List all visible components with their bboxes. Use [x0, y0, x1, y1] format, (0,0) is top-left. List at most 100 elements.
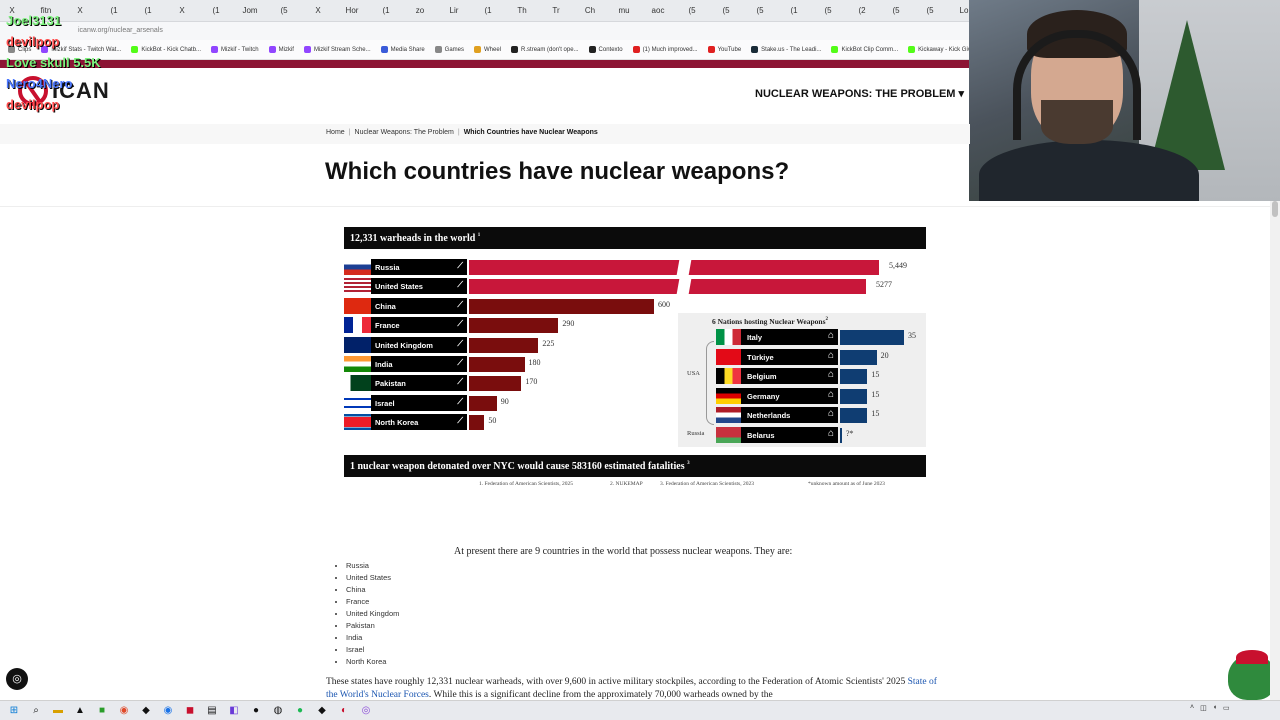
bookmark-item[interactable]: Games	[434, 46, 465, 53]
hosting-country-name: Türkiye ⌂	[741, 348, 838, 365]
hosting-country-name: Italy ⌂	[741, 329, 838, 345]
page-scrollbar[interactable]	[1270, 201, 1280, 700]
bookmark-item[interactable]: Wheel	[474, 46, 501, 53]
hosting-row: Italy ⌂ 35	[716, 329, 926, 346]
warhead-bar	[469, 395, 497, 411]
app-icon[interactable]: ◧	[226, 703, 242, 719]
app-icon[interactable]: ◆	[314, 703, 330, 719]
flag-us-icon	[344, 278, 371, 295]
browser-tab[interactable]: (1	[204, 2, 228, 20]
browser-tab[interactable]: Lo	[952, 2, 970, 20]
flag-nl-icon	[716, 407, 741, 423]
browser-tab[interactable]: aoc	[646, 2, 670, 20]
hosting-bar	[840, 349, 877, 365]
bookmark-label: Games	[444, 46, 465, 53]
flag-in-icon	[344, 356, 371, 372]
warhead-bar	[469, 415, 485, 431]
browser-tab[interactable]: (5	[714, 2, 738, 20]
browser-tab[interactable]: mu	[612, 2, 636, 20]
breadcrumb-home[interactable]: Home	[326, 129, 345, 136]
flag-uk-icon	[344, 336, 371, 353]
app-icon[interactable]: ◆	[138, 703, 154, 719]
bookmark-item[interactable]: Mizkif	[268, 46, 294, 53]
infographic-header: 12,331 warheads in the world 1	[344, 227, 926, 249]
missile-icon: ⟋	[457, 338, 463, 348]
browser-tab[interactable]: Lir	[442, 2, 466, 20]
app-icon[interactable]: ◍	[270, 703, 286, 719]
main-nav: NUCLEAR WEAPONS: THE PROBLEM ▾ OU	[755, 87, 993, 100]
browser-tab[interactable]: (5	[748, 2, 772, 20]
chat-widget-button[interactable]: ◎	[6, 668, 28, 690]
app-icon[interactable]: ▤	[204, 703, 220, 719]
browser-tab[interactable]: Tr	[544, 2, 568, 20]
chat-message: Nero4Nero	[6, 76, 73, 91]
spotify-icon[interactable]: ●	[292, 703, 308, 719]
browser-tab[interactable]: Hor	[340, 2, 364, 20]
browser-tab[interactable]: (5	[272, 2, 296, 20]
app-icon[interactable]: ●	[248, 703, 264, 719]
hosting-row: Germany ⌂ 15	[716, 387, 926, 405]
browser-tab[interactable]: (1	[102, 2, 126, 20]
battery-icon[interactable]: ▭	[1223, 704, 1230, 712]
app-icon[interactable]: ◐	[336, 703, 352, 719]
address-bar[interactable]: icanw.org/nuclear_arsenals	[0, 22, 970, 40]
breadcrumb-problem[interactable]: Nuclear Weapons: The Problem	[355, 129, 454, 136]
bookmark-item[interactable]: Media Share	[380, 46, 425, 53]
browser-tab[interactable]: (5	[816, 2, 840, 20]
browser-tab[interactable]: Th	[510, 2, 534, 20]
bookmark-item[interactable]: KickBot Clip Comm...	[831, 46, 898, 53]
hosting-title: 6 Nations hosting Nuclear Weapons2	[712, 317, 828, 326]
app-icon[interactable]: ■	[94, 703, 110, 719]
windows-start-icon[interactable]: ⊞	[6, 703, 22, 719]
browser-tab[interactable]: Jom	[238, 2, 262, 20]
chat-icon: ◎	[12, 673, 22, 685]
hosting-bar	[840, 408, 868, 423]
bookmark-item[interactable]: Contexto	[588, 46, 623, 53]
app-icon[interactable]: ◼	[182, 703, 198, 719]
bookmark-item[interactable]: Mizkif - Twitch	[211, 46, 259, 53]
browser-tab[interactable]: X	[170, 2, 194, 20]
browser-tab[interactable]: (1	[782, 2, 806, 20]
divider	[0, 206, 1270, 207]
search-icon[interactable]: ⌕	[28, 703, 44, 719]
hosting-value: ?*	[846, 428, 854, 438]
bookmark-item[interactable]: Stake.us - The Leadi...	[751, 46, 821, 53]
warhead-value: 90	[500, 396, 509, 406]
russia-label: Russia	[687, 430, 705, 437]
warhead-value: 50	[488, 416, 497, 426]
bookmark-item[interactable]: R.stream (don't ope...	[511, 46, 579, 53]
app-icon[interactable]: ◉	[160, 703, 176, 719]
browser-tab[interactable]: (5	[680, 2, 704, 20]
browser-tab[interactable]: Ch	[578, 2, 602, 20]
browser-tab[interactable]: zo	[408, 2, 432, 20]
chevron-up-icon[interactable]: ˄	[1190, 704, 1194, 712]
browser-tab[interactable]: (1	[374, 2, 398, 20]
flag-ru-icon	[344, 259, 371, 275]
home-icon: ⌂	[827, 369, 834, 380]
hosting-country-name: Belgium ⌂	[741, 368, 838, 384]
file-explorer-icon[interactable]: ▬	[50, 703, 66, 719]
breadcrumb-separator: |	[348, 129, 351, 136]
scrollbar-thumb[interactable]	[1272, 201, 1278, 217]
app-icon[interactable]: ◎	[358, 703, 374, 719]
browser-tab[interactable]: (5	[918, 2, 942, 20]
bookmark-item[interactable]: KickBot - Kick Chatb...	[131, 46, 201, 53]
bookmark-item[interactable]: (1) Much improved...	[632, 46, 698, 53]
app-icon[interactable]: ▲	[72, 703, 88, 719]
browser-tab[interactable]: (1	[136, 2, 160, 20]
chat-message: devilpop	[6, 34, 60, 49]
bookmark-item[interactable]: Mizkif Stream Sche...	[303, 46, 371, 53]
bookmark-item[interactable]: YouTube	[707, 46, 741, 53]
volume-icon[interactable]: ◖	[1213, 704, 1217, 712]
warhead-value: 170	[525, 377, 538, 387]
network-icon[interactable]: ◫	[1200, 704, 1207, 712]
nav-item-problem[interactable]: NUCLEAR WEAPONS: THE PROBLEM ▾	[755, 87, 964, 100]
browser-tab[interactable]: X	[306, 2, 330, 20]
browser-tab[interactable]: (5	[884, 2, 908, 20]
home-icon: ⌂	[827, 330, 834, 341]
browser-tab[interactable]: (1	[476, 2, 500, 20]
hosting-country-name: Belarus ⌂	[741, 426, 838, 443]
bookmark-item[interactable]: Kickaway - Kick Giv...	[908, 46, 970, 53]
browser-tab[interactable]: (2	[850, 2, 874, 20]
browser-icon[interactable]: ◉	[116, 703, 132, 719]
